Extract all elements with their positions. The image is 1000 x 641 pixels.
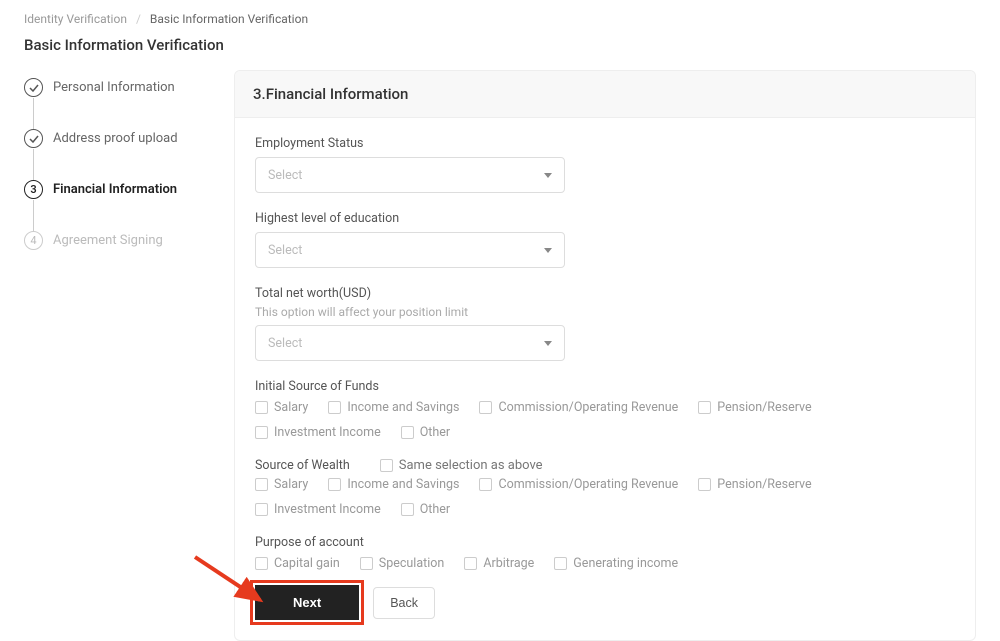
option-label: Salary bbox=[274, 400, 308, 415]
breadcrumb-current: Basic Information Verification bbox=[150, 12, 308, 26]
panel-title: 3.Financial Information bbox=[235, 71, 975, 118]
check-icon bbox=[24, 129, 43, 148]
checkbox-icon bbox=[554, 557, 567, 570]
checkbox-icon bbox=[479, 478, 492, 491]
option-label: Other bbox=[420, 425, 450, 440]
breadcrumb-root[interactable]: Identity Verification bbox=[24, 12, 127, 26]
same-as-above-checkbox[interactable]: Same selection as above bbox=[380, 458, 543, 473]
step-financial-info[interactable]: 3 Financial Information bbox=[24, 180, 204, 231]
step-number-icon: 4 bbox=[24, 231, 43, 250]
option-label: Commission/Operating Revenue bbox=[498, 477, 678, 492]
checkbox-icon bbox=[360, 557, 373, 570]
option-label: Pension/Reserve bbox=[717, 400, 811, 415]
checkbox-icon bbox=[698, 401, 711, 414]
option-label: Arbitrage bbox=[483, 556, 534, 571]
wealth-option[interactable]: Other bbox=[401, 502, 450, 517]
checkbox-icon bbox=[255, 426, 268, 439]
purpose-option[interactable]: Speculation bbox=[360, 556, 445, 571]
check-icon bbox=[24, 78, 43, 97]
next-button[interactable]: Next bbox=[255, 585, 359, 620]
step-label: Personal Information bbox=[53, 80, 175, 95]
field-label: Source of Wealth bbox=[255, 458, 350, 473]
purpose-option[interactable]: Capital gain bbox=[255, 556, 340, 571]
funds-option[interactable]: Commission/Operating Revenue bbox=[479, 400, 678, 415]
option-label: Commission/Operating Revenue bbox=[498, 400, 678, 415]
education-select[interactable]: Select bbox=[255, 232, 565, 268]
checkbox-icon bbox=[328, 478, 341, 491]
wealth-option[interactable]: Salary bbox=[255, 477, 308, 492]
field-purpose: Purpose of account Capital gain Speculati… bbox=[255, 535, 955, 571]
select-placeholder: Select bbox=[268, 336, 302, 351]
option-label: Income and Savings bbox=[347, 477, 459, 492]
select-placeholder: Select bbox=[268, 243, 302, 258]
checkbox-icon bbox=[698, 478, 711, 491]
networth-select[interactable]: Select bbox=[255, 325, 565, 361]
option-label: Other bbox=[420, 502, 450, 517]
employment-select[interactable]: Select bbox=[255, 157, 565, 193]
breadcrumb: Identity Verification / Basic Informatio… bbox=[0, 0, 1000, 30]
option-label: Speculation bbox=[379, 556, 445, 571]
checkbox-icon bbox=[255, 478, 268, 491]
step-number-icon: 3 bbox=[24, 180, 43, 199]
chevron-down-icon bbox=[544, 173, 552, 178]
option-label: Investment Income bbox=[274, 425, 381, 440]
step-label: Financial Information bbox=[53, 182, 177, 197]
purpose-option[interactable]: Arbitrage bbox=[464, 556, 534, 571]
option-label: Income and Savings bbox=[347, 400, 459, 415]
checkbox-icon bbox=[255, 503, 268, 516]
select-placeholder: Select bbox=[268, 168, 302, 183]
option-label: Salary bbox=[274, 477, 308, 492]
option-label: Generating income bbox=[573, 556, 678, 571]
step-sidebar: Personal Information Address proof uploa… bbox=[24, 70, 204, 641]
chevron-down-icon bbox=[544, 341, 552, 346]
option-label: Investment Income bbox=[274, 502, 381, 517]
field-source-of-wealth: Source of Wealth Same selection as above… bbox=[255, 458, 955, 517]
checkbox-icon bbox=[380, 459, 393, 472]
chevron-down-icon bbox=[544, 248, 552, 253]
checkbox-icon bbox=[401, 426, 414, 439]
field-source-of-funds: Initial Source of Funds Salary Income and… bbox=[255, 379, 955, 440]
step-label: Agreement Signing bbox=[53, 233, 163, 248]
form-actions: Next Back bbox=[255, 585, 955, 620]
checkbox-icon bbox=[464, 557, 477, 570]
breadcrumb-sep: / bbox=[136, 12, 141, 26]
step-agreement-signing[interactable]: 4 Agreement Signing bbox=[24, 231, 204, 250]
field-label: Purpose of account bbox=[255, 535, 955, 550]
wealth-option[interactable]: Pension/Reserve bbox=[698, 477, 811, 492]
back-button[interactable]: Back bbox=[373, 587, 435, 619]
funds-option[interactable]: Investment Income bbox=[255, 425, 381, 440]
checkbox-icon bbox=[255, 401, 268, 414]
checkbox-icon bbox=[401, 503, 414, 516]
field-hint: This option will affect your position li… bbox=[255, 305, 955, 319]
funds-option[interactable]: Salary bbox=[255, 400, 308, 415]
step-personal-info[interactable]: Personal Information bbox=[24, 78, 204, 129]
checkbox-icon bbox=[328, 401, 341, 414]
funds-option[interactable]: Other bbox=[401, 425, 450, 440]
page-title: Basic Information Verification bbox=[0, 30, 1000, 70]
step-address-proof[interactable]: Address proof upload bbox=[24, 129, 204, 180]
checkbox-icon bbox=[255, 557, 268, 570]
field-label: Employment Status bbox=[255, 136, 955, 151]
option-label: Pension/Reserve bbox=[717, 477, 811, 492]
form-panel: 3.Financial Information Employment Statu… bbox=[234, 70, 976, 641]
field-employment: Employment Status Select bbox=[255, 136, 955, 193]
field-label: Total net worth(USD) bbox=[255, 286, 955, 301]
step-label: Address proof upload bbox=[53, 131, 178, 146]
wealth-option[interactable]: Investment Income bbox=[255, 502, 381, 517]
field-label: Initial Source of Funds bbox=[255, 379, 955, 394]
funds-option[interactable]: Income and Savings bbox=[328, 400, 459, 415]
checkbox-icon bbox=[479, 401, 492, 414]
field-education: Highest level of education Select bbox=[255, 211, 955, 268]
funds-option[interactable]: Pension/Reserve bbox=[698, 400, 811, 415]
same-as-label: Same selection as above bbox=[399, 458, 543, 473]
option-label: Capital gain bbox=[274, 556, 340, 571]
wealth-option[interactable]: Income and Savings bbox=[328, 477, 459, 492]
wealth-option[interactable]: Commission/Operating Revenue bbox=[479, 477, 678, 492]
field-label: Highest level of education bbox=[255, 211, 955, 226]
field-networth: Total net worth(USD) This option will af… bbox=[255, 286, 955, 361]
purpose-option[interactable]: Generating income bbox=[554, 556, 678, 571]
